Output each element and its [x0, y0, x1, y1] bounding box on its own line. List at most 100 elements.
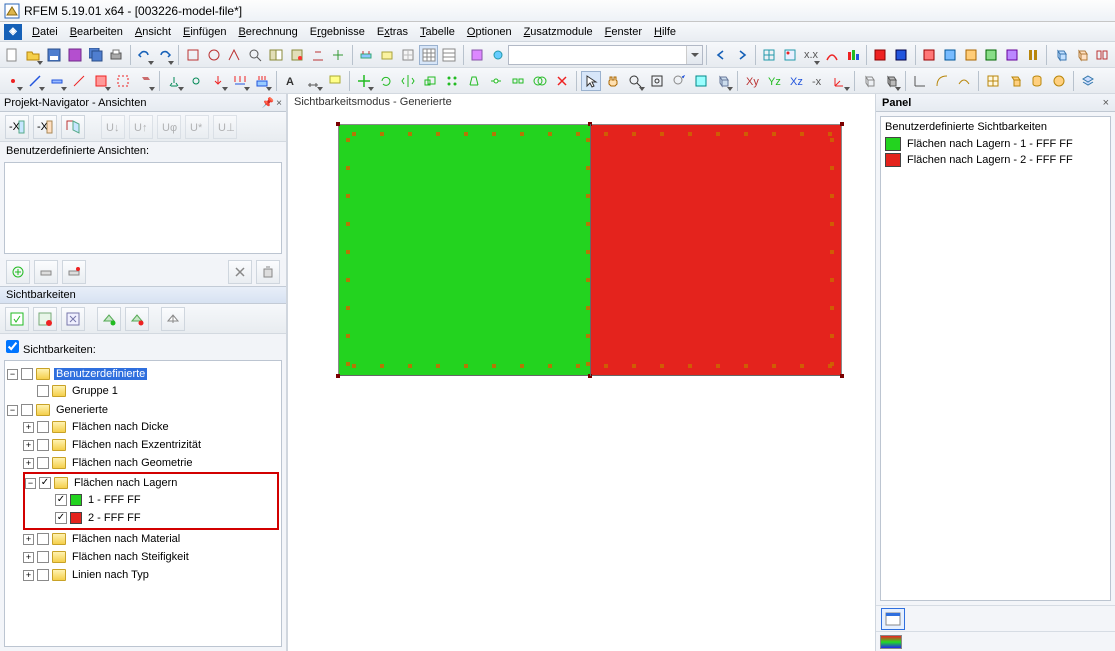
view-z-icon[interactable]: Xz: [786, 71, 806, 91]
tree-item-gruppe-1[interactable]: Gruppe 1: [70, 385, 120, 397]
toolbar-icon-h[interactable]: [357, 45, 376, 65]
pin-icon[interactable]: 📌: [262, 98, 274, 109]
expander-icon[interactable]: +: [23, 440, 34, 451]
mirror-icon[interactable]: [398, 71, 418, 91]
menu-optionen[interactable]: Optionen: [461, 24, 518, 40]
menu-fenster[interactable]: Fenster: [599, 24, 648, 40]
redo-icon[interactable]: [156, 45, 175, 65]
sel-line-icon[interactable]: [69, 71, 89, 91]
hinge-icon[interactable]: [186, 71, 206, 91]
snap-u2-button[interactable]: U↑: [129, 115, 153, 139]
vis-btn-2[interactable]: [33, 307, 57, 331]
snap-u3-button[interactable]: Uφ: [157, 115, 181, 139]
support-icon[interactable]: [164, 71, 184, 91]
module-d-icon[interactable]: [982, 45, 1001, 65]
load-surf-icon[interactable]: [252, 71, 272, 91]
move-icon[interactable]: [354, 71, 374, 91]
toolbar-icon-b[interactable]: [204, 45, 223, 65]
tree-checkbox[interactable]: [37, 569, 49, 581]
toolbar-icon-l[interactable]: [468, 45, 487, 65]
menu-ansicht[interactable]: Ansicht: [129, 24, 177, 40]
ucs-icon[interactable]: [830, 71, 850, 91]
menu-zusatzmodule[interactable]: Zusatzmodule: [518, 24, 599, 40]
sphere-icon[interactable]: [1049, 71, 1069, 91]
wireframe-icon[interactable]: [859, 71, 879, 91]
dim-icon[interactable]: [303, 71, 323, 91]
snap-u4-button[interactable]: U*: [185, 115, 209, 139]
surface-2-red[interactable]: [590, 124, 842, 376]
surface-1-green[interactable]: [338, 124, 590, 376]
view-xz-button[interactable]: -X: [33, 115, 57, 139]
load-node-icon[interactable]: [208, 71, 228, 91]
load-line-icon[interactable]: [230, 71, 250, 91]
cube2-icon[interactable]: [1072, 45, 1091, 65]
fe-mesh-icon[interactable]: [760, 45, 779, 65]
tree-item-generierte[interactable]: Generierte: [54, 404, 110, 416]
toolbar-icon-d[interactable]: [267, 45, 286, 65]
menu-ergebnisse[interactable]: Ergebnisse: [304, 24, 371, 40]
vis-btn-5[interactable]: [125, 307, 149, 331]
curve-icon[interactable]: [954, 71, 974, 91]
zoom-prev-icon[interactable]: [669, 71, 689, 91]
view-x-icon[interactable]: Xy: [742, 71, 762, 91]
tree-checkbox[interactable]: [37, 439, 49, 451]
shaded-icon[interactable]: [881, 71, 901, 91]
toolbar-icon-i[interactable]: [378, 45, 397, 65]
iso-icon[interactable]: [843, 45, 862, 65]
solid-view-icon[interactable]: [1005, 71, 1025, 91]
select-icon[interactable]: [581, 71, 601, 91]
vis-btn-3[interactable]: [61, 307, 85, 331]
angle-icon[interactable]: [910, 71, 930, 91]
cube3-icon[interactable]: [1093, 45, 1112, 65]
expander-icon[interactable]: +: [23, 534, 34, 545]
toolbar-icon-c[interactable]: [225, 45, 244, 65]
grid-icon[interactable]: [983, 71, 1003, 91]
nav-prev-icon[interactable]: [711, 45, 730, 65]
tree-item-lagern[interactable]: Flächen nach Lagern: [72, 477, 179, 489]
extrude-icon[interactable]: [464, 71, 484, 91]
tree-checkbox[interactable]: [37, 421, 49, 433]
delete-view-button[interactable]: [228, 260, 252, 284]
tree-checkbox[interactable]: [21, 404, 33, 416]
add-view-button[interactable]: [6, 260, 30, 284]
module-b-icon[interactable]: [940, 45, 959, 65]
tree-checkbox[interactable]: [55, 512, 67, 524]
color-scale-icon[interactable]: [880, 635, 902, 649]
view-isometric-icon[interactable]: [713, 71, 733, 91]
comment-icon[interactable]: [325, 71, 345, 91]
tree-checkbox[interactable]: [21, 368, 33, 380]
toolbar-icon-g[interactable]: [329, 45, 348, 65]
loadcase-combo[interactable]: [508, 45, 703, 65]
arc-icon[interactable]: [932, 71, 952, 91]
visibilities-checkbox[interactable]: Sichtbarkeiten:: [6, 344, 96, 356]
tree-item-exzentrizitaet[interactable]: Flächen nach Exzentrizität: [70, 439, 203, 451]
deform-icon[interactable]: [822, 45, 841, 65]
vis-btn-6[interactable]: [161, 307, 185, 331]
menu-datei[interactable]: Datei: [26, 24, 64, 40]
snap-u5-button[interactable]: U⊥: [213, 115, 237, 139]
rotate-icon[interactable]: [376, 71, 396, 91]
tree-checkbox[interactable]: [37, 533, 49, 545]
snap-u1-button[interactable]: U↓: [101, 115, 125, 139]
view-btn-b[interactable]: [62, 260, 86, 284]
nav-next-icon[interactable]: [732, 45, 751, 65]
zoom-window-icon[interactable]: [246, 45, 265, 65]
expander-icon[interactable]: −: [7, 369, 18, 380]
toolbar-icon-j[interactable]: [398, 45, 417, 65]
delete-icon[interactable]: [552, 71, 572, 91]
save-as-icon[interactable]: [65, 45, 84, 65]
solid-icon[interactable]: [135, 71, 155, 91]
expander-icon[interactable]: +: [23, 570, 34, 581]
expander-icon[interactable]: +: [23, 422, 34, 433]
view-iso-button[interactable]: [61, 115, 85, 139]
intersect-icon[interactable]: [530, 71, 550, 91]
tree-item-lagern-2[interactable]: 2 - FFF FF: [86, 512, 143, 524]
close-navigator-icon[interactable]: ×: [276, 98, 282, 109]
calc-icon[interactable]: [781, 45, 800, 65]
toolbar-icon-a[interactable]: [183, 45, 202, 65]
undo-icon[interactable]: [135, 45, 154, 65]
save-all-icon[interactable]: [86, 45, 105, 65]
menu-extras[interactable]: Extras: [371, 24, 414, 40]
tree-item-linien-typ[interactable]: Linien nach Typ: [70, 569, 151, 581]
menu-hilfe[interactable]: Hilfe: [648, 24, 682, 40]
